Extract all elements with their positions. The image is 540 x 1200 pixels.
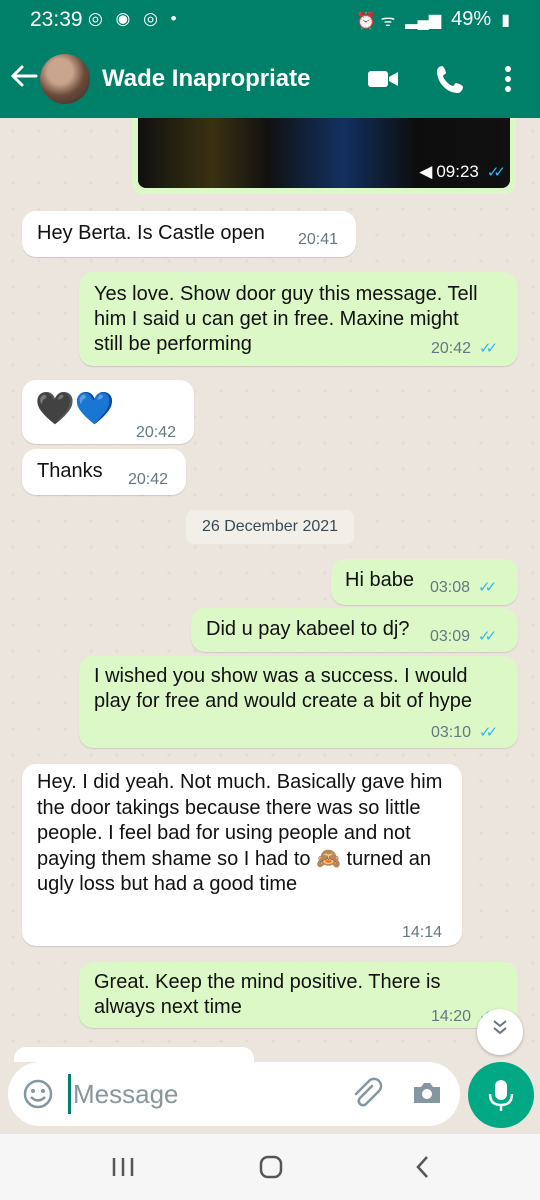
- status-bar: 23:39 ◎ ◉ ◎ • ⏰ ᯤ ▂▄▆ 49% ▮: [0, 0, 540, 40]
- emoji-text: 🖤💙: [35, 390, 115, 426]
- message-time: 14:14: [402, 924, 443, 941]
- message-bubble-out[interactable]: Yes love. Show door guy this message. Te…: [79, 272, 518, 366]
- home-icon[interactable]: [256, 1152, 286, 1182]
- battery-icon: ▮: [501, 11, 510, 29]
- message-text: Did u pay kabeel to dj?: [206, 618, 410, 640]
- message-time: 14:20: [431, 1008, 472, 1025]
- read-ticks-icon: ✓✓: [479, 724, 498, 741]
- message-time: 20:42: [431, 340, 472, 357]
- message-bubble-out[interactable]: Did u pay kabeel to dj? 03:09 ✓✓: [191, 608, 518, 652]
- message-time: 03:09: [430, 628, 471, 645]
- voice-call-icon[interactable]: [434, 62, 468, 96]
- message-text: Yes love. Show door guy this message. Te…: [94, 283, 478, 355]
- message-time: 20:41: [298, 231, 339, 248]
- microphone-button[interactable]: [468, 1062, 534, 1128]
- message-bubble-out[interactable]: Hi babe 03:08 ✓✓: [331, 559, 518, 605]
- message-text: Hi babe: [345, 569, 414, 591]
- media-message[interactable]: ◀ 09:23 ✓✓: [132, 118, 516, 194]
- message-text: I wished you show was a success. I would…: [94, 665, 473, 712]
- message-time: 03:10: [431, 724, 472, 741]
- message-time: 20:42: [128, 471, 169, 488]
- date-divider: 26 December 2021: [186, 510, 354, 544]
- chat-area[interactable]: ◀ 09:23 ✓✓ Hey Berta. Is Castle open 20:…: [0, 118, 540, 1062]
- read-ticks-icon: ✓✓: [486, 164, 506, 181]
- avatar[interactable]: [40, 54, 90, 104]
- video-call-icon[interactable]: [366, 62, 400, 96]
- alarm-wifi-icons: ⏰ ᯤ: [356, 12, 396, 30]
- message-time: 03:08: [430, 579, 471, 596]
- read-ticks-icon: ✓✓: [478, 579, 497, 596]
- message-text: Hey. I did yeah. Not much. Basically gav…: [37, 771, 443, 895]
- recent-apps-icon[interactable]: [108, 1152, 138, 1182]
- message-meta: 03:08 ✓✓: [430, 575, 497, 600]
- status-right: ⏰ ᯤ ▂▄▆ 49% ▮: [356, 8, 510, 31]
- chat-header: Wade Inapropriate: [0, 44, 540, 114]
- message-bubble-in[interactable]: Hey Berta. Is Castle open 20:41: [22, 211, 356, 257]
- back-arrow-icon[interactable]: [8, 60, 40, 92]
- more-options-icon[interactable]: [496, 62, 520, 96]
- message-bubble-in[interactable]: Hey. I did yeah. Not much. Basically gav…: [22, 764, 462, 946]
- message-meta: 20:42 ✓✓: [431, 336, 498, 361]
- message-time: 09:23: [436, 162, 479, 181]
- top-bar: 23:39 ◎ ◉ ◎ • ⏰ ᯤ ▂▄▆ 49% ▮ Wade Inaprop…: [0, 0, 540, 118]
- status-time: 23:39: [30, 8, 83, 31]
- message-text: Thanks: [37, 460, 103, 482]
- message-text: Hey Berta. Is Castle open: [37, 222, 265, 244]
- media-type-icon: ◀: [419, 162, 433, 181]
- message-composer: [8, 1062, 460, 1126]
- message-bubble-out[interactable]: Great. Keep the mind positive. There is …: [79, 962, 518, 1028]
- message-meta: ◀ 09:23 ✓✓: [419, 162, 506, 182]
- camera-icon[interactable]: [410, 1076, 444, 1110]
- battery-level: 49%: [451, 8, 492, 30]
- message-time: 20:42: [136, 424, 177, 441]
- back-nav-icon[interactable]: [408, 1152, 438, 1182]
- message-bubble-in[interactable]: Thanks 20:42: [22, 449, 186, 495]
- emoji-icon[interactable]: [22, 1078, 54, 1110]
- message-meta: 03:10 ✓✓: [431, 720, 498, 745]
- scroll-to-bottom-icon[interactable]: [477, 1009, 523, 1055]
- signal-icon: ▂▄▆: [405, 11, 442, 29]
- contact-name[interactable]: Wade Inapropriate: [102, 65, 310, 93]
- read-ticks-icon: ✓✓: [478, 628, 497, 645]
- android-nav-bar: [0, 1134, 540, 1200]
- message-bubble-in[interactable]: 🖤💙 20:42: [22, 380, 194, 444]
- message-input[interactable]: [68, 1074, 338, 1114]
- message-bubble-out[interactable]: I wished you show was a success. I would…: [79, 656, 518, 748]
- partial-message-bubble: [14, 1047, 254, 1062]
- message-meta: 03:09 ✓✓: [430, 624, 497, 649]
- notification-icons: ◎ ◉ ◎ •: [88, 9, 181, 28]
- attach-icon[interactable]: [350, 1076, 384, 1110]
- read-ticks-icon: ✓✓: [479, 340, 498, 357]
